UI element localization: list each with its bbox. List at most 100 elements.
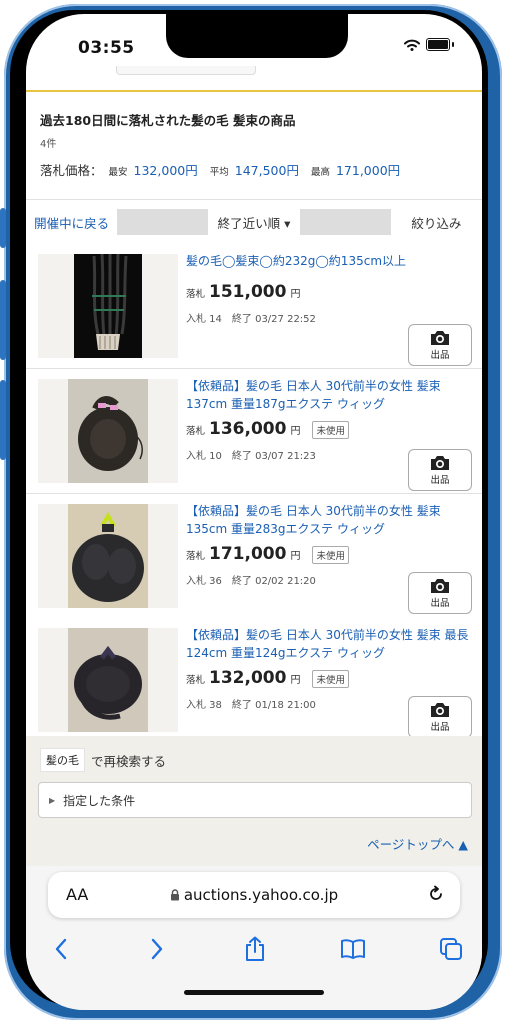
- result-count: 4件: [40, 139, 57, 150]
- item-thumbnail[interactable]: [38, 504, 178, 608]
- item-meta: 入札 36 終了 02/02 21:20: [186, 576, 316, 587]
- yen-unit: 円: [290, 289, 301, 300]
- back-to-active-button[interactable]: 開催中に戻る: [26, 213, 117, 232]
- sell-similar-button[interactable]: 出品: [408, 324, 472, 366]
- search-summary: 過去180日間に落札された髪の毛 髪束の商品 4件 落札価格： 最安 132,0…: [40, 110, 470, 179]
- url-text: auctions.yahoo.co.jp: [183, 886, 339, 904]
- tabs-button[interactable]: [434, 932, 468, 966]
- research-text: で再検索する: [91, 753, 167, 769]
- url-display[interactable]: auctions.yahoo.co.jp: [48, 886, 460, 904]
- sold-price: 151,000: [209, 282, 287, 302]
- sold-label: 落札: [186, 289, 206, 300]
- forward-button[interactable]: [140, 932, 174, 966]
- book-icon: [341, 939, 365, 959]
- min-value: 132,000円: [133, 163, 198, 178]
- toolbar-divider: [117, 209, 209, 235]
- item-thumbnail[interactable]: [38, 628, 178, 732]
- conditions-label: 指定した条件: [63, 793, 136, 808]
- battery-tip: [452, 42, 454, 47]
- summary-title: 過去180日間に落札された髪の毛 髪束の商品: [40, 113, 296, 128]
- sell-label: 出品: [430, 475, 450, 486]
- sell-similar-button[interactable]: 出品: [408, 572, 472, 614]
- home-indicator: [184, 990, 324, 995]
- sell-label: 出品: [430, 350, 450, 361]
- notch: [166, 14, 348, 58]
- camera-icon: [431, 579, 449, 593]
- item-title-link[interactable]: 【依頼品】髪の毛 日本人 30代前半の女性 髪束135cm 重量283gエクステ…: [186, 502, 476, 538]
- address-bar[interactable]: AA auctions.yahoo.co.jp: [48, 872, 460, 918]
- sold-price: 132,000: [209, 668, 287, 688]
- yen-unit: 円: [290, 675, 301, 686]
- item-title-link[interactable]: 髪の毛◯髪束◯約232g◯約135cm以上: [186, 252, 476, 270]
- previous-section-tab: [116, 66, 256, 75]
- camera-icon: [431, 703, 449, 717]
- min-label: 最安: [108, 167, 128, 178]
- accent-divider: [26, 90, 482, 92]
- item-title-link[interactable]: 【依頼品】髪の毛 日本人 30代前半の女性 髪束 最長124cm 重量124gエ…: [186, 626, 476, 662]
- triangle-right-icon: ▶: [49, 795, 56, 805]
- bookmarks-button[interactable]: [336, 932, 370, 966]
- item-thumbnail[interactable]: [38, 379, 178, 483]
- list-item[interactable]: 【依頼品】髪の毛 日本人 30代前半の女性 髪束137cm 重量187gエクステ…: [26, 369, 482, 494]
- list-item[interactable]: 【依頼品】髪の毛 日本人 30代前半の女性 髪束135cm 重量283gエクステ…: [26, 494, 482, 619]
- item-price: 落札 132,000 円 未使用: [186, 668, 349, 688]
- chevron-left-icon: [55, 938, 67, 960]
- battery-icon: [426, 38, 450, 51]
- sold-label: 落札: [186, 426, 206, 437]
- volume-up-button: [0, 280, 6, 360]
- condition-badge: 未使用: [312, 421, 349, 439]
- filter-button[interactable]: 絞り込み: [391, 213, 482, 232]
- sold-label: 落札: [186, 675, 206, 686]
- hair-photo-3: [68, 504, 148, 608]
- volume-down-button: [0, 380, 6, 460]
- browser-nav: [26, 932, 482, 966]
- sell-label: 出品: [430, 598, 450, 609]
- back-button[interactable]: [44, 932, 78, 966]
- page-top-link[interactable]: ページトップへ ▲: [367, 834, 468, 853]
- sell-similar-button[interactable]: 出品: [408, 449, 472, 491]
- share-icon: [246, 936, 264, 961]
- hair-photo-2: [68, 379, 148, 483]
- keyword-chip[interactable]: 髪の毛: [40, 748, 85, 772]
- item-meta: 入札 14 終了 03/27 22:52: [186, 314, 316, 325]
- hair-photo-4: [68, 628, 148, 732]
- item-price: 落札 151,000 円: [186, 282, 300, 302]
- wifi-icon: [404, 39, 420, 51]
- yen-unit: 円: [290, 551, 301, 562]
- item-meta: 入札 38 終了 01/18 21:00: [186, 700, 316, 711]
- camera-icon: [431, 331, 449, 345]
- research-link[interactable]: 髪の毛 で再検索する: [40, 748, 166, 772]
- avg-label: 平均: [209, 167, 229, 178]
- yen-unit: 円: [290, 426, 301, 437]
- item-title-link[interactable]: 【依頼品】髪の毛 日本人 30代前半の女性 髪束137cm 重量187gエクステ…: [186, 377, 476, 413]
- chevron-right-icon: [151, 938, 163, 960]
- condition-badge: 未使用: [312, 546, 349, 564]
- conditions-accordion[interactable]: ▶ 指定した条件: [38, 782, 472, 818]
- share-button[interactable]: [238, 932, 272, 966]
- avg-value: 147,500円: [234, 163, 299, 178]
- safari-bottom-bar: AA auctions.yahoo.co.jp: [26, 866, 482, 1010]
- sell-label: 出品: [430, 722, 450, 733]
- sold-price: 136,000: [209, 419, 287, 439]
- item-thumbnail[interactable]: [38, 254, 178, 358]
- search-footer: 髪の毛 で再検索する ▶ 指定した条件 ページトップへ ▲: [26, 736, 482, 866]
- camera-icon: [431, 456, 449, 470]
- mute-switch: [0, 208, 6, 248]
- status-icons: [404, 38, 454, 51]
- status-time: 03:55: [78, 38, 135, 58]
- item-price: 落札 136,000 円 未使用: [186, 419, 349, 439]
- lock-icon: [170, 889, 179, 901]
- list-item[interactable]: 【依頼品】髪の毛 日本人 30代前半の女性 髪束 最長124cm 重量124gエ…: [26, 618, 482, 743]
- item-price: 落札 171,000 円 未使用: [186, 544, 349, 564]
- results-toolbar: 開催中に戻る 終了近い順 ▾ 絞り込み: [26, 199, 482, 245]
- sort-dropdown[interactable]: 終了近い順 ▾: [208, 213, 299, 232]
- list-item[interactable]: 髪の毛◯髪束◯約232g◯約135cm以上 落札 151,000 円 入札 14…: [26, 244, 482, 369]
- max-value: 171,000円: [335, 163, 401, 178]
- max-label: 最高: [310, 167, 330, 178]
- reload-icon[interactable]: [426, 884, 446, 904]
- item-meta: 入札 10 終了 03/07 21:23: [186, 451, 316, 462]
- sell-similar-button[interactable]: 出品: [408, 696, 472, 738]
- sold-price: 171,000: [209, 544, 287, 564]
- screen: 03:55 過去180日間に落札された髪の毛 髪束の商品 4件 落札価格： 最安…: [26, 14, 482, 1010]
- sold-label: 落札: [186, 551, 206, 562]
